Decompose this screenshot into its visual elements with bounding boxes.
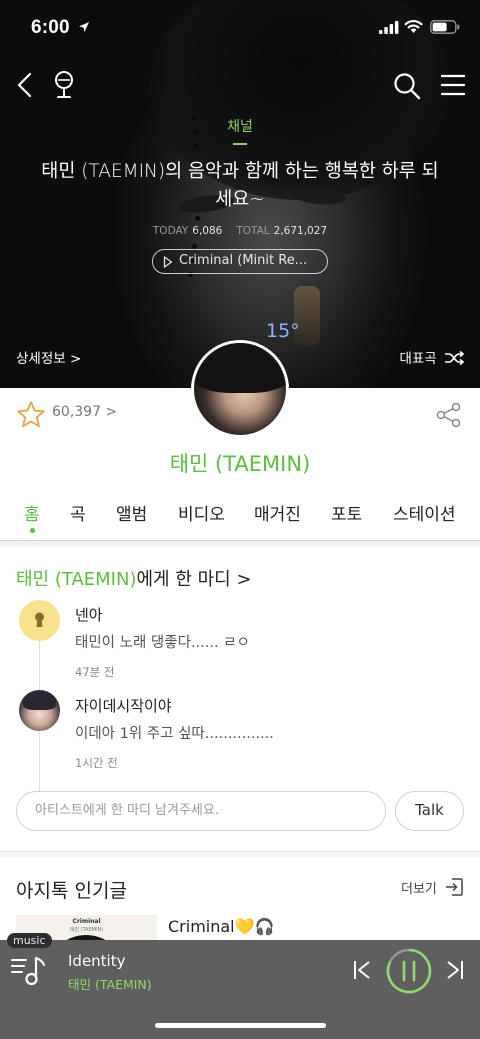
today-count: 6,086 <box>192 225 223 237</box>
top-tracks-label: 대표곡 <box>399 351 437 367</box>
total-label: TOTAL <box>236 225 270 237</box>
pause-button-icon[interactable] <box>385 947 433 995</box>
comment-time: 47분 전 <box>75 665 115 679</box>
play-icon <box>163 256 173 268</box>
post-title[interactable]: Criminal💛🎧 <box>168 917 274 936</box>
one-word-section-title[interactable]: 태민 (TAEMIN)에게 한 마디 > <box>16 565 252 591</box>
visitor-stats: TODAY 6,086 TOTAL 2,671,027 <box>0 225 480 237</box>
fan-count[interactable]: 60,397 > <box>52 404 117 420</box>
top-tracks-shuffle[interactable]: 대표곡 <box>399 347 465 367</box>
detail-info-link[interactable]: 상세정보 > <box>16 347 81 367</box>
wifi-icon <box>404 20 423 33</box>
search-icon[interactable] <box>393 72 421 100</box>
artist-hero-banner: 6:00 채널 태민 (TAEMIN)의 음악과 함께 하는 행복한 하루 되세… <box>0 0 480 388</box>
avatar-photo-hair <box>23 692 56 710</box>
music-tag: music <box>7 933 52 948</box>
hamburger-menu-icon[interactable] <box>441 74 465 96</box>
section-divider <box>0 851 480 857</box>
comment-avatar-photo[interactable] <box>19 690 60 731</box>
fan-temperature: 15° <box>266 320 300 342</box>
active-tab-indicator <box>30 528 35 533</box>
previous-track-icon[interactable] <box>353 960 371 980</box>
section-divider <box>0 541 480 547</box>
tab-magazine[interactable]: 매거진 <box>254 500 301 525</box>
artist-avatar[interactable] <box>191 340 289 438</box>
popular-posts-title: 아지톡 인기글 <box>16 880 127 902</box>
tab-station[interactable]: 스테이션 <box>393 500 456 525</box>
playlist-music-icon[interactable] <box>10 952 48 988</box>
channel-label: 채널 <box>227 119 253 135</box>
today-label: TODAY <box>152 225 189 237</box>
comment-avatar-default[interactable] <box>19 600 60 641</box>
now-playing-text: Criminal (Minit Re... <box>179 253 308 268</box>
tab-home[interactable]: 홈 <box>24 500 40 525</box>
comment-time: 1시간 전 <box>75 756 118 770</box>
channel-underline <box>233 143 247 145</box>
back-chevron-icon[interactable] <box>16 72 34 98</box>
more-link[interactable]: 더보기 <box>401 878 437 897</box>
tab-videos[interactable]: 비디오 <box>178 500 225 525</box>
player-track-title: Identity <box>68 952 126 970</box>
thumb-title: Criminal <box>72 918 101 925</box>
comment-input[interactable]: 아티스트에게 한 마디 남겨주세요. <box>16 791 386 831</box>
location-arrow-icon <box>79 22 89 32</box>
comment-text: 이데아 1위 주고 싶따............... <box>75 726 274 742</box>
battery-icon <box>430 20 460 34</box>
star-icon[interactable] <box>16 400 46 429</box>
home-indicator[interactable] <box>155 1023 326 1028</box>
keyhole-icon <box>35 612 44 627</box>
next-track-icon[interactable] <box>446 960 464 980</box>
share-icon[interactable] <box>436 402 462 428</box>
comment-username: 넨아 <box>75 606 103 624</box>
artist-tab-bar: 홈 곡 앨범 비디오 매거진 포토 스테이션 <box>0 500 480 540</box>
tab-songs[interactable]: 곡 <box>70 500 86 525</box>
microphone-icon[interactable] <box>52 70 76 100</box>
comment-username: 자이데시작이야 <box>75 697 172 715</box>
one-word-artist-name: 태민 (TAEMIN) <box>16 569 137 590</box>
shuffle-icon <box>445 350 465 366</box>
avatar-hair <box>194 343 286 393</box>
tab-photos[interactable]: 포토 <box>331 500 362 525</box>
total-count: 2,671,027 <box>273 225 328 237</box>
comment-text: 태민이 노래 댕좋다...... ㄹㅇ <box>75 635 250 651</box>
thumb-subtitle: 태민 (TAEMIN) <box>69 927 104 933</box>
now-playing-pill[interactable]: Criminal (Minit Re... <box>152 249 328 274</box>
cellular-signal-icon <box>379 21 399 34</box>
talk-button[interactable]: Talk <box>395 791 464 831</box>
status-bar: 6:00 <box>0 0 480 56</box>
more-arrow-icon[interactable] <box>444 877 464 897</box>
one-word-title-suffix: 에게 한 마디 > <box>136 569 252 590</box>
artist-name: 태민 (TAEMIN) <box>169 452 311 476</box>
player-artist: 태민 (TAEMIN) <box>68 977 152 992</box>
status-time: 6:00 <box>31 17 70 38</box>
tab-albums[interactable]: 앨범 <box>116 500 147 525</box>
channel-greeting-title: 태민 (TAEMIN)의 음악과 함께 하는 행복한 하루 되세요~ <box>41 161 439 210</box>
